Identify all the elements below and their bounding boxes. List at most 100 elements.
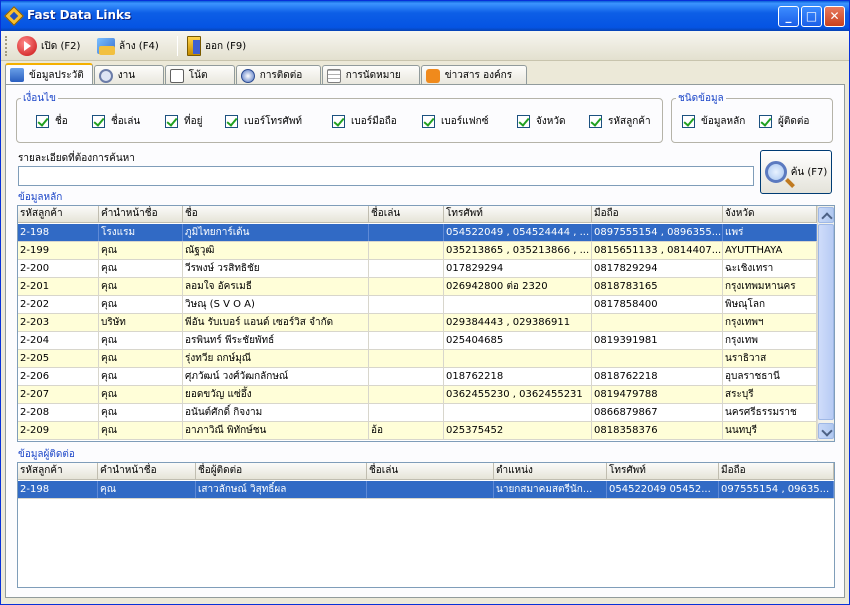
main-grid-scrollbar[interactable] [817, 206, 834, 441]
column-header[interactable]: คำนำหน้าชื่อ [99, 206, 183, 223]
cond-name-checkbox[interactable]: ชื่อ [36, 114, 68, 129]
column-header[interactable]: ตำแหน่ง [494, 463, 607, 480]
tab-contacts[interactable]: การติดต่อ [235, 65, 321, 85]
cond-nickname-checkbox[interactable]: ชื่อเล่น [92, 114, 140, 129]
table-cell: 2-200 [18, 260, 99, 277]
rss-icon [425, 68, 440, 83]
table-cell: 2-208 [18, 404, 99, 421]
type-contact-checkbox[interactable]: ผู้ติดต่อ [759, 114, 809, 129]
column-header[interactable]: คำนำหน้าชื่อ [98, 463, 196, 480]
table-cell: อนันต์ศักดิ์ กิจงาม [183, 404, 369, 421]
table-cell [369, 386, 444, 403]
checkbox-label: ข้อมูลหลัก [701, 116, 746, 127]
tab-label: ข่าวสาร องค์กร [444, 70, 513, 81]
column-header[interactable]: ชื่อ [183, 206, 369, 223]
scroll-down-button[interactable] [818, 423, 834, 439]
close-button[interactable]: ✕ [824, 6, 845, 27]
table-cell: 026942800 ต่อ 2320 [444, 278, 592, 295]
tab-profile[interactable]: ข้อมูลประวัติ [5, 63, 93, 85]
table-cell: 0866879867 [592, 404, 723, 421]
search-input[interactable] [18, 166, 754, 186]
column-header[interactable]: รหัสลูกค้า [18, 463, 98, 480]
type-main-checkbox[interactable]: ข้อมูลหลัก [682, 114, 745, 129]
table-cell: 2-202 [18, 296, 99, 313]
tab-news[interactable]: ข่าวสาร องค์กร [420, 65, 527, 85]
table-row[interactable]: 2-208 คุณ อนันต์ศักดิ์ กิจงาม 0866879867 นคร… [18, 404, 817, 422]
cond-phone-checkbox[interactable]: เบอร์โทรศัพท์ [225, 114, 302, 129]
table-cell [369, 368, 444, 385]
table-row[interactable]: 2-199 คุณ ณัฐวุฒิ 035213865 , 035213866 , .… [18, 242, 817, 260]
title-bar[interactable]: Fast Data Links _ □ ✕ [1, 1, 849, 31]
profile-panel: เงื่อนไข ชื่อ ชื่อเล่น ที่อยู่ เบอร์โทรศ… [5, 84, 845, 598]
table-cell: 097555154 , 09635... [719, 481, 834, 498]
column-header[interactable]: จังหวัด [723, 206, 817, 223]
scroll-thumb[interactable] [818, 224, 834, 420]
check-icon [36, 115, 49, 128]
table-cell: นายกสมาคมสตรีนัก... [494, 481, 607, 498]
table-cell: 029384443 , 029386911 [444, 314, 592, 331]
column-header[interactable]: โทรศัพท์ [607, 463, 719, 480]
table-row[interactable]: 2-198 คุณ เสาวลักษณ์ วิสุทธิ์ผล นายกสมาคมสต… [18, 481, 834, 499]
clear-button[interactable]: ล้าง (F4) [97, 35, 159, 57]
table-row[interactable]: 2-201 คุณ ลอมใจ อัครเมธี 026942800 ต่อ 2320… [18, 278, 817, 296]
table-cell [369, 224, 444, 241]
table-cell: 054522049 05452... [607, 481, 719, 498]
tab-label: ข้อมูลประวัติ [29, 69, 84, 81]
scroll-up-button[interactable] [818, 207, 834, 223]
column-header[interactable]: รหัสลูกค้า [18, 206, 99, 223]
table-cell: คุณ [99, 368, 183, 385]
table-row[interactable]: 2-209 คุณ อาภาวิณี พิทักษ์ชน อ้อ 025375452 08… [18, 422, 817, 440]
table-row[interactable]: 2-198 โรงแรม ภูมิไทยการ์เด้น 054522049 , 05… [18, 224, 817, 242]
table-cell: อ้อ [369, 422, 444, 439]
table-cell: 025375452 [444, 422, 592, 439]
table-row[interactable]: 2-205 คุณ รุ่งทวีย ถกษ์มุณี นราธิวาส [18, 350, 817, 368]
table-cell [369, 296, 444, 313]
table-row[interactable]: 2-200 คุณ วีรพงษ์ วรสิทธิชัย 017829294 08178… [18, 260, 817, 278]
table-row[interactable]: 2-202 คุณ วิษณุ (S V O A) 0817858400 พิษณุโล… [18, 296, 817, 314]
tab-work[interactable]: งาน [93, 65, 164, 85]
table-cell: ภูมิไทยการ์เด้น [183, 224, 369, 241]
column-header[interactable]: ชื่อเล่น [367, 463, 494, 480]
minimize-button[interactable]: _ [778, 6, 799, 27]
contact-data-grid[interactable]: รหัสลูกค้า คำนำหน้าชื่อ ชื่อผู้ติดต่อ ชื่อเ… [17, 462, 835, 588]
search-button[interactable]: ค้น (F7) [760, 150, 832, 194]
exit-button[interactable]: ออก (F9) [187, 35, 246, 57]
table-cell: กรุงเทพฯ [723, 314, 817, 331]
cond-province-checkbox[interactable]: จังหวัด [517, 114, 565, 129]
checkbox-label: รหัสลูกค้า [608, 116, 651, 127]
cond-customer-id-checkbox[interactable]: รหัสลูกค้า [589, 114, 651, 129]
column-header[interactable]: โทรศัพท์ [444, 206, 592, 223]
cond-fax-checkbox[interactable]: เบอร์แฟกซ์ [422, 114, 489, 129]
column-header[interactable]: ชื่อผู้ติดต่อ [196, 463, 367, 480]
table-cell: 018762218 [444, 368, 592, 385]
check-icon [759, 115, 772, 128]
exit-door-icon [187, 36, 201, 56]
main-grid-label: ข้อมูลหลัก [18, 192, 63, 203]
table-cell: 0817829294 [592, 260, 723, 277]
checkbox-label: เบอร์แฟกซ์ [441, 116, 489, 127]
table-row[interactable]: 2-204 คุณ อรพินทร์ พีระชัยพัทธ์ 025404685 08… [18, 332, 817, 350]
cond-mobile-checkbox[interactable]: เบอร์มือถือ [332, 114, 397, 129]
main-data-grid[interactable]: รหัสลูกค้า คำนำหน้าชื่อ ชื่อ ชื่อเล่น โทรศัพ… [17, 205, 835, 442]
table-cell: คุณ [99, 350, 183, 367]
column-header[interactable]: มือถือ [592, 206, 723, 223]
table-row[interactable]: 2-207 คุณ ยอดขวัญ แซ่อึ้ง 0362455230 , 0362… [18, 386, 817, 404]
table-cell: นราธิวาส [723, 350, 817, 367]
tab-appointments[interactable]: การนัดหมาย [321, 65, 420, 85]
tab-notes[interactable]: โน้ต [164, 65, 235, 85]
maximize-button[interactable]: □ [801, 6, 822, 27]
table-row[interactable]: 2-206 คุณ ศุภวัฒน์ วงศ์วัฒกลักษณ์ 018762218… [18, 368, 817, 386]
table-cell: 2-207 [18, 386, 99, 403]
toolbar-grip[interactable] [5, 36, 8, 56]
table-row[interactable]: 2-203 บริษัท พีอัน รับเบอร์ แอนด์ เซอร์วิส… [18, 314, 817, 332]
table-cell: คุณ [99, 404, 183, 421]
column-header[interactable]: ชื่อเล่น [369, 206, 444, 223]
table-cell: อรพินทร์ พีระชัยพัทธ์ [183, 332, 369, 349]
column-header[interactable]: มือถือ [719, 463, 834, 480]
table-cell [369, 242, 444, 259]
table-cell: 0818762218 [592, 368, 723, 385]
table-cell: 2-199 [18, 242, 99, 259]
table-cell [444, 404, 592, 421]
cond-address-checkbox[interactable]: ที่อยู่ [165, 114, 202, 129]
open-button[interactable]: เปิด (F2) [17, 35, 80, 57]
